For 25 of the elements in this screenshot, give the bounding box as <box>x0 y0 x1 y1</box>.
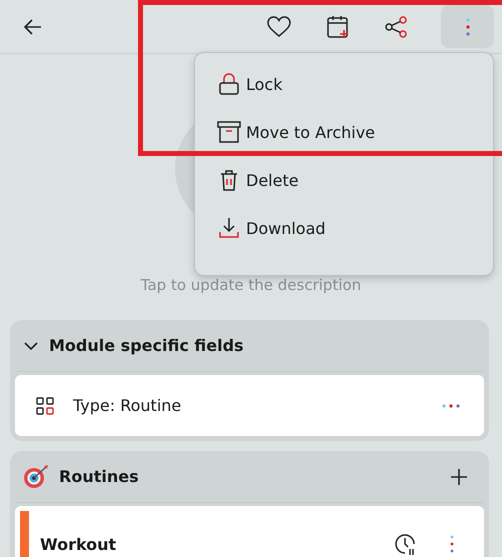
routine-name: Workout <box>40 535 116 554</box>
heart-icon[interactable] <box>267 16 291 38</box>
archive-icon <box>217 121 241 143</box>
menu-item[interactable]: Download <box>195 204 493 252</box>
download-icon <box>217 217 241 239</box>
back-icon[interactable] <box>23 18 43 36</box>
list-card[interactable]: Workout <box>15 506 484 557</box>
section-title: Routines <box>59 467 139 486</box>
share-icon[interactable] <box>385 16 407 38</box>
calendar-icon[interactable] <box>327 14 349 38</box>
clock-pause-icon[interactable] <box>394 533 416 555</box>
grid-icon <box>36 396 54 414</box>
menu-item[interactable]: Delete <box>195 156 493 204</box>
menu-item[interactable]: Move to Archive <box>195 108 493 156</box>
section-title: Module specific fields <box>49 336 244 355</box>
lock-icon <box>217 73 241 95</box>
list-card[interactable]: Type: Routine <box>15 375 484 436</box>
field-label: Type: Routine <box>73 396 182 415</box>
more-icon[interactable] <box>442 404 460 408</box>
target-icon <box>23 464 49 490</box>
menu-item[interactable]: Lock <box>195 60 493 108</box>
more-icon <box>466 18 470 36</box>
add-icon[interactable] <box>450 468 468 486</box>
more-icon[interactable] <box>450 535 454 553</box>
chevron-icon[interactable] <box>23 340 39 350</box>
